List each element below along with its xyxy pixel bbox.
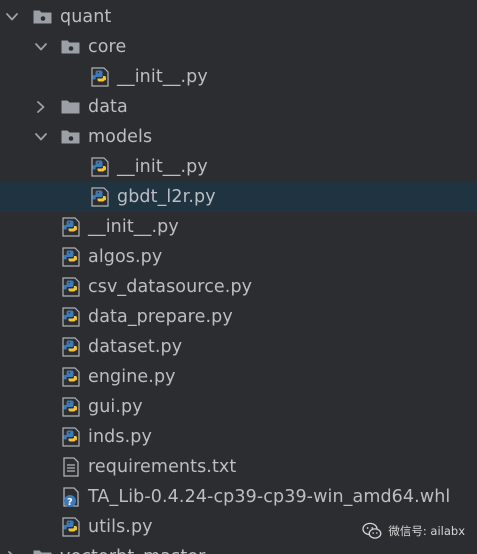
tree-item-icon (60, 306, 82, 328)
tree-item-icon (60, 126, 82, 148)
project-tree: quant core __init__.py data models __init__.p… (0, 0, 477, 554)
tree-item-icon (60, 96, 82, 118)
tree-item-label: core (88, 37, 127, 57)
python-file-icon (62, 247, 80, 267)
tree-file-row[interactable]: csv_datasource.py (0, 272, 477, 302)
folder-icon (61, 40, 80, 54)
tree-item-label: data_prepare.py (88, 307, 233, 327)
folder-icon (33, 10, 52, 24)
tree-item-label: algos.py (88, 247, 163, 267)
tree-file-row[interactable]: __init__.py (0, 152, 477, 182)
tree-item-icon (89, 66, 111, 88)
python-file-icon (62, 217, 80, 237)
tree-file-row[interactable]: dataset.py (0, 332, 477, 362)
tree-item-icon (60, 246, 82, 268)
chevron-down-icon (35, 43, 47, 51)
python-file-icon (62, 397, 80, 417)
expand-toggle[interactable] (4, 9, 20, 25)
tree-item-icon (60, 366, 82, 388)
tree-file-row[interactable]: gui.py (0, 392, 477, 422)
tree-item-label: gui.py (88, 397, 143, 417)
tree-folder-row[interactable]: quant (0, 2, 477, 32)
tree-item-icon (60, 426, 82, 448)
tree-item-icon (89, 156, 111, 178)
tree-item-label: engine.py (88, 367, 176, 387)
python-file-icon (91, 157, 109, 177)
chevron-right-icon (37, 101, 45, 113)
watermark: 微信号: ailabx (362, 522, 465, 540)
tree-item-icon (60, 276, 82, 298)
python-file-icon (62, 277, 80, 297)
expand-toggle[interactable] (33, 129, 49, 145)
python-file-icon (62, 427, 80, 447)
tree-item-icon (60, 516, 82, 538)
folder-icon (33, 550, 52, 554)
watermark-text: 微信号: ailabx (388, 524, 465, 538)
python-file-icon (62, 517, 80, 537)
tree-file-row[interactable]: engine.py (0, 362, 477, 392)
tree-item-label: utils.py (88, 517, 153, 537)
python-file-icon (62, 367, 80, 387)
expand-toggle[interactable] (33, 39, 49, 55)
tree-file-row[interactable]: ? TA_Lib-0.4.24-cp39-cp39-win_amd64.whl (0, 482, 477, 512)
python-file-icon (62, 337, 80, 357)
tree-item-icon (60, 216, 82, 238)
unknown-file-icon: ? (63, 487, 79, 508)
python-file-icon (62, 307, 80, 327)
tree-item-icon (32, 6, 54, 28)
tree-item-label: quant (60, 7, 112, 27)
tree-file-row[interactable]: inds.py (0, 422, 477, 452)
chevron-right-icon (8, 551, 13, 554)
tree-item-icon (60, 456, 82, 478)
tree-item-label: gbdt_l2r.py (117, 187, 216, 207)
tree-file-row[interactable]: data_prepare.py (0, 302, 477, 332)
tree-item-label: TA_Lib-0.4.24-cp39-cp39-win_amd64.whl (88, 487, 451, 507)
python-file-icon (91, 67, 109, 87)
tree-item-icon (60, 396, 82, 418)
wechat-icon (362, 522, 382, 539)
collapse-toggle[interactable] (4, 549, 20, 554)
tree-file-row[interactable]: __init__.py (0, 62, 477, 92)
tree-folder-row[interactable]: models (0, 122, 477, 152)
tree-file-row[interactable]: requirements.txt (0, 452, 477, 482)
tree-file-row[interactable]: gbdt_l2r.py (0, 182, 477, 212)
chevron-down-icon (35, 133, 47, 141)
tree-item-icon (60, 36, 82, 58)
tree-item-label: __init__.py (88, 217, 179, 237)
tree-folder-row[interactable]: data (0, 92, 477, 122)
folder-icon (61, 100, 80, 114)
tree-folder-row[interactable]: vectorbt_master (0, 542, 477, 554)
tree-item-icon (89, 186, 111, 208)
tree-item-label: models (88, 127, 153, 147)
tree-folder-row[interactable]: core (0, 32, 477, 62)
tree-item-label: vectorbt_master (60, 546, 205, 554)
svg-text:?: ? (67, 497, 73, 508)
tree-item-icon (60, 336, 82, 358)
tree-item-label: inds.py (88, 427, 152, 447)
chevron-down-icon (6, 13, 18, 21)
tree-file-row[interactable]: algos.py (0, 242, 477, 272)
tree-item-label: data (88, 97, 128, 117)
tree-item-label: __init__.py (117, 67, 208, 87)
tree-item-icon: ? (60, 486, 82, 508)
tree-item-label: dataset.py (88, 337, 183, 357)
tree-item-label: csv_datasource.py (88, 277, 253, 297)
folder-icon (61, 130, 80, 144)
tree-item-label: requirements.txt (88, 457, 237, 477)
tree-item-label: __init__.py (117, 157, 208, 177)
tree-item-icon (32, 546, 54, 554)
collapse-toggle[interactable] (33, 99, 49, 115)
tree-file-row[interactable]: __init__.py (0, 212, 477, 242)
python-file-icon (91, 187, 109, 207)
text-file-icon (63, 457, 79, 477)
